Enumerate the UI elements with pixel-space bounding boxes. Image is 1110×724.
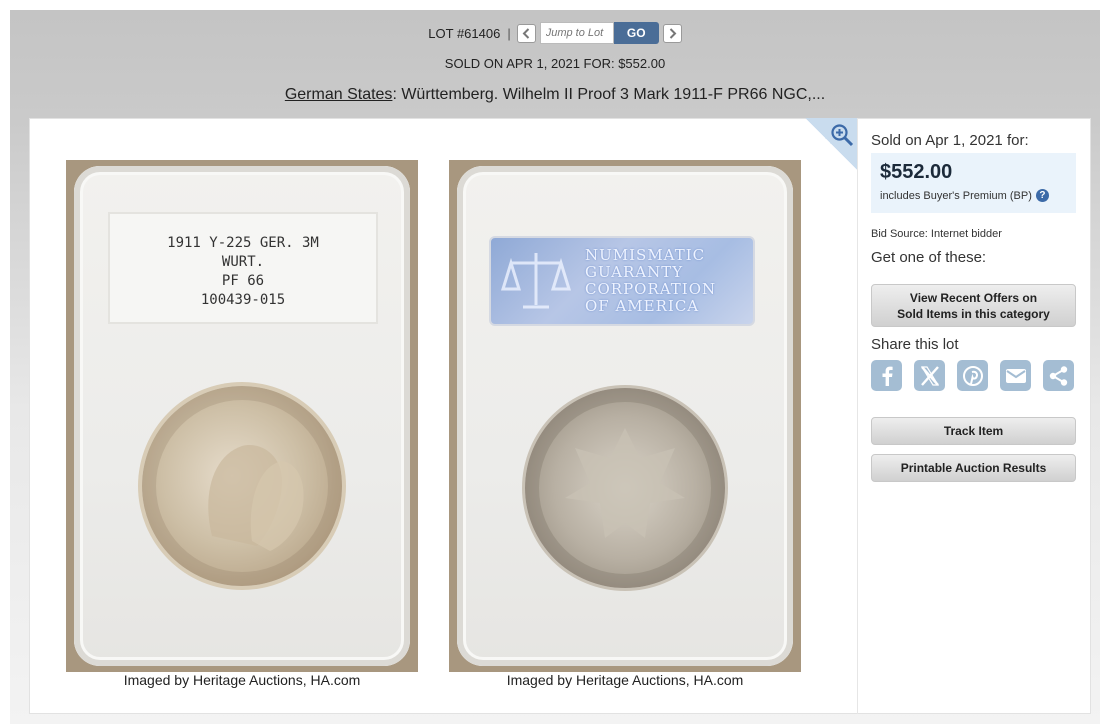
sold-on-label: Sold on Apr 1, 2021 for: xyxy=(871,132,1029,149)
lot-title: German States: Württemberg. Wilhelm II P… xyxy=(0,86,1110,104)
sold-price: $552.00 xyxy=(880,161,953,183)
hologram-line: CORPORATION xyxy=(585,280,717,298)
printable-results-button[interactable]: Printable Auction Results xyxy=(871,454,1076,482)
sold-summary: SOLD ON APR 1, 2021 FOR: $552.00 xyxy=(444,56,666,71)
bp-text: includes Buyer's Premium (BP) xyxy=(880,189,1032,202)
slab-label-line: PF 66 xyxy=(221,273,265,289)
slab-label: 1911 Y-225 GER. 3M WURT. PF 66 100439-01… xyxy=(108,212,378,324)
image-caption: Imaged by Heritage Auctions, HA.com xyxy=(123,672,361,688)
zoom-in-icon xyxy=(831,124,854,147)
hologram-line: NUMISMATIC xyxy=(585,246,706,264)
lot-title-text: : Württemberg. Wilhelm II Proof 3 Mark 1… xyxy=(392,86,826,103)
scales-icon xyxy=(501,253,571,309)
offers-line-2: Sold Items in this category xyxy=(897,306,1050,321)
next-lot-button[interactable] xyxy=(662,23,682,43)
slab-label-line: 100439-015 xyxy=(200,292,286,308)
nav-separator: | xyxy=(507,25,511,41)
chevron-left-icon xyxy=(522,27,529,39)
lot-number: LOT #61406 xyxy=(428,25,501,41)
category-link[interactable]: German States xyxy=(285,86,393,103)
share-heading: Share this lot xyxy=(871,336,959,353)
coin-obverse xyxy=(142,386,342,586)
panel-divider xyxy=(857,118,858,714)
hologram-line: GUARANTY xyxy=(585,263,684,281)
slab-label-line: 1911 Y-225 GER. 3M xyxy=(167,235,319,251)
coin-reverse xyxy=(525,388,725,588)
view-recent-offers-button[interactable]: View Recent Offers on Sold Items in this… xyxy=(871,284,1076,327)
track-item-button[interactable]: Track Item xyxy=(871,417,1076,445)
hologram-line: OF AMERICA xyxy=(585,297,700,315)
portrait-relief xyxy=(208,445,304,551)
x-icon[interactable] xyxy=(914,360,945,391)
share-icon[interactable] xyxy=(1043,360,1074,391)
facebook-icon[interactable] xyxy=(871,360,902,391)
chevron-right-icon xyxy=(669,27,677,39)
price-box: $552.00 includes Buyer's Premium (BP) ? xyxy=(871,153,1076,213)
obverse-image[interactable]: 1911 Y-225 GER. 3M WURT. PF 66 100439-01… xyxy=(66,160,418,672)
pinterest-icon[interactable] xyxy=(957,360,988,391)
get-one-heading: Get one of these: xyxy=(871,249,987,266)
slab-label-line: WURT. xyxy=(221,254,265,270)
image-caption: Imaged by Heritage Auctions, HA.com xyxy=(506,672,744,688)
eagle-relief xyxy=(565,428,685,538)
offers-line-1: View Recent Offers on xyxy=(909,290,1038,305)
email-icon[interactable] xyxy=(1000,360,1031,391)
help-icon[interactable]: ? xyxy=(1035,189,1049,202)
share-buttons xyxy=(871,360,1074,391)
bid-source: Bid Source: Internet bidder xyxy=(871,228,1002,240)
go-button[interactable]: GO xyxy=(613,22,659,44)
buyers-premium-note: includes Buyer's Premium (BP) ? xyxy=(880,189,1067,202)
lot-navigation: LOT #61406 | GO xyxy=(0,22,1110,44)
zoom-button[interactable] xyxy=(805,118,858,171)
previous-lot-button[interactable] xyxy=(516,23,536,43)
ngc-hologram: NUMISMATIC GUARANTY CORPORATION OF AMERI… xyxy=(489,236,755,326)
jump-to-lot-input[interactable] xyxy=(539,22,614,44)
reverse-image[interactable]: NUMISMATIC GUARANTY CORPORATION OF AMERI… xyxy=(449,160,801,672)
